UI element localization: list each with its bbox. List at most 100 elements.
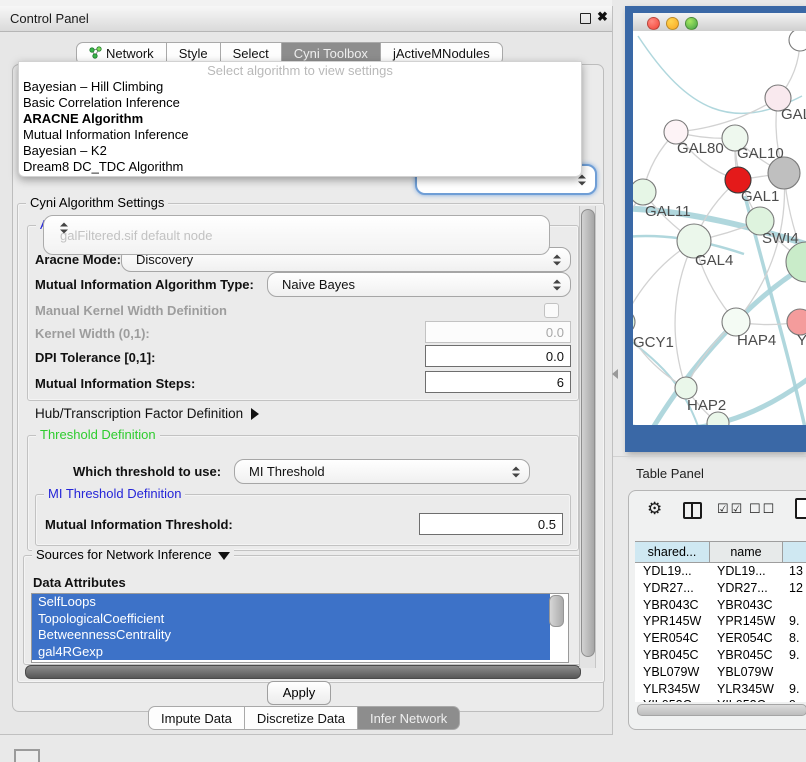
attribute-item-betweennesscentrality[interactable]: BetweennessCentrality [32, 627, 550, 644]
mi-type-label: Mutual Information Algorithm Type: [35, 277, 254, 292]
table-row[interactable]: YPR145WYPR145W9. [635, 613, 806, 630]
combo-arrows-icon [553, 279, 561, 290]
control-panel-titlebar: Control Panel ✖ [0, 6, 612, 32]
attribute-item-selfloops[interactable]: SelfLoops [32, 594, 550, 611]
table-cell: 13 [781, 563, 806, 580]
table-row[interactable]: YLR345WYLR345W9. [635, 681, 806, 698]
deselect-all-columns-icon[interactable]: ☐☐ [749, 501, 776, 517]
algorithm-option-basic-correlation-inference[interactable]: Basic Correlation Inference [19, 95, 581, 111]
table-cell [781, 664, 806, 681]
zoom-traffic-light-icon[interactable] [685, 17, 698, 30]
minimize-traffic-light-icon[interactable] [666, 17, 679, 30]
control-panel-title: Control Panel [10, 11, 89, 26]
network-node[interactable] [633, 310, 635, 334]
column-header-name[interactable]: name [710, 542, 783, 562]
which-threshold-combobox[interactable]: MI Threshold [234, 459, 530, 484]
settings-gear-icon[interactable]: ⚙ [647, 499, 662, 519]
table-row[interactable]: YER054CYER054C8. [635, 630, 806, 647]
tab-impute-data[interactable]: Impute Data [148, 706, 245, 730]
algorithm-option-bayesian-hill-climbing[interactable]: Bayesian – Hill Climbing [19, 79, 581, 95]
float-window-icon[interactable] [580, 13, 591, 24]
table-row[interactable]: YBR045CYBR045C9. [635, 647, 806, 664]
table-row[interactable]: YBR043CYBR043C [635, 597, 806, 614]
attribute-item-gal4rgexp[interactable]: gal4RGexp [32, 644, 550, 661]
column-header-shared[interactable]: shared... [635, 542, 710, 562]
network-node[interactable] [675, 377, 697, 399]
mi-steps-field[interactable]: 6 [425, 371, 571, 393]
table-horizontal-scrollbar[interactable] [637, 704, 806, 716]
table-row[interactable]: YDL19...YDL19...13 [635, 563, 806, 580]
tab-discretize-data[interactable]: Discretize Data [245, 706, 358, 730]
network-node[interactable] [633, 179, 656, 205]
node-label-gcy1: GCY1 [633, 334, 674, 351]
network-window-titlebar[interactable] [633, 13, 806, 32]
mi-type-combobox[interactable]: Naive Bayes [267, 272, 571, 297]
combo-arrows-icon [553, 254, 561, 265]
table-row[interactable]: YDR27...YDR27...12 [635, 580, 806, 597]
network-view-window: GALGAL80GAL10GAL1GAL11SWI4GAL4GCY1HAP4YH… [625, 6, 806, 452]
table-cell: YDL19... [635, 563, 709, 580]
table-cell [781, 597, 806, 614]
mi-threshold-field[interactable]: 0.5 [419, 513, 563, 535]
table-cell: YPR145W [635, 613, 709, 630]
table-cell: YBR043C [709, 597, 781, 614]
dock-chip-icon[interactable] [14, 749, 40, 762]
document-icon[interactable] [795, 498, 806, 519]
node-label-y: Y [797, 332, 806, 349]
attribute-item-topologicalcoefficient[interactable]: TopologicalCoefficient [32, 611, 550, 628]
manual-kernel-checkbox[interactable] [544, 303, 559, 318]
table-panel-title: Table Panel [636, 466, 704, 481]
tab-label: Select [233, 46, 269, 61]
expanded-arrow-icon [218, 552, 230, 560]
network-node[interactable] [789, 31, 806, 51]
network-combobox[interactable]: galFiltered.sif default node [43, 215, 550, 255]
tab-infer-network[interactable]: Infer Network [358, 706, 460, 730]
settings-horizontal-scrollbar[interactable] [25, 665, 581, 679]
node-table: shared...nameA YDL19...YDL19...13YDR27..… [635, 541, 806, 702]
data-attributes-label: Data Attributes [33, 575, 126, 590]
tab-label: Impute Data [161, 711, 232, 726]
threshold-definition-title: Threshold Definition [36, 427, 160, 442]
kernel-width-field[interactable]: 0.0 [425, 321, 571, 343]
close-traffic-light-icon[interactable] [647, 17, 660, 30]
table-row[interactable]: YIL052CYIL052C9. [635, 697, 806, 702]
table-cell: YER054C [709, 630, 781, 647]
network-canvas[interactable]: GALGAL80GAL10GAL1GAL11SWI4GAL4GCY1HAP4YH… [633, 31, 806, 425]
algorithm-option-bayesian-k2[interactable]: Bayesian – K2 [19, 143, 581, 159]
mi-threshold-value: 0.5 [538, 517, 556, 532]
panel-divider [613, 456, 806, 457]
which-threshold-value: MI Threshold [249, 464, 325, 479]
mi-steps-value: 6 [557, 375, 564, 390]
table-row[interactable]: YBL079WYBL079W [635, 664, 806, 681]
which-threshold-label: Which threshold to use: [73, 464, 221, 479]
mi-threshold-definition-title: MI Threshold Definition [44, 486, 185, 501]
close-icon[interactable]: ✖ [597, 9, 608, 25]
algorithm-option-dream8-dc-tdc-algorithm[interactable]: Dream8 DC_TDC Algorithm [19, 159, 581, 175]
table-cell: YER054C [635, 630, 709, 647]
split-columns-icon[interactable] [683, 502, 702, 519]
tab-label: Cyni Toolbox [294, 46, 368, 61]
select-all-columns-icon[interactable]: ☑☑ [717, 501, 744, 517]
attributes-list-scrollbar[interactable] [549, 595, 564, 627]
table-cell: YLR345W [635, 681, 709, 698]
algorithm-option-mutual-information-inference[interactable]: Mutual Information Inference [19, 127, 581, 143]
algorithm-dropdown-prompt: Select algorithm to view settings [19, 62, 581, 79]
data-attributes-list[interactable]: SelfLoopsTopologicalCoefficientBetweenne… [31, 593, 569, 663]
combo-arrows-icon [512, 466, 520, 477]
dpi-tolerance-label: DPI Tolerance [0,1]: [35, 350, 155, 365]
settings-scrollbar-thumb[interactable] [581, 209, 595, 657]
algorithm-dropdown-popup: Select algorithm to view settings Bayesi… [18, 61, 582, 177]
column-header-a[interactable]: A [783, 542, 806, 562]
node-label-gal4: GAL4 [695, 252, 733, 269]
manual-kernel-label: Manual Kernel Width Definition [35, 303, 227, 318]
table-cell: YBR045C [635, 647, 709, 664]
algorithm-option-aracne-algorithm[interactable]: ARACNE Algorithm [19, 111, 581, 127]
collapse-divider-arrow-icon[interactable] [612, 369, 618, 379]
node-label-swi4: SWI4 [762, 230, 799, 247]
tab-label: Infer Network [370, 711, 447, 726]
apply-button[interactable]: Apply [267, 681, 331, 705]
tab-label: Discretize Data [257, 711, 345, 726]
dpi-tolerance-field[interactable]: 0.0 [425, 345, 571, 367]
hub-section-header[interactable]: Hub/Transcription Factor Definition [35, 406, 259, 421]
node-label-hap4: HAP4 [737, 332, 776, 349]
